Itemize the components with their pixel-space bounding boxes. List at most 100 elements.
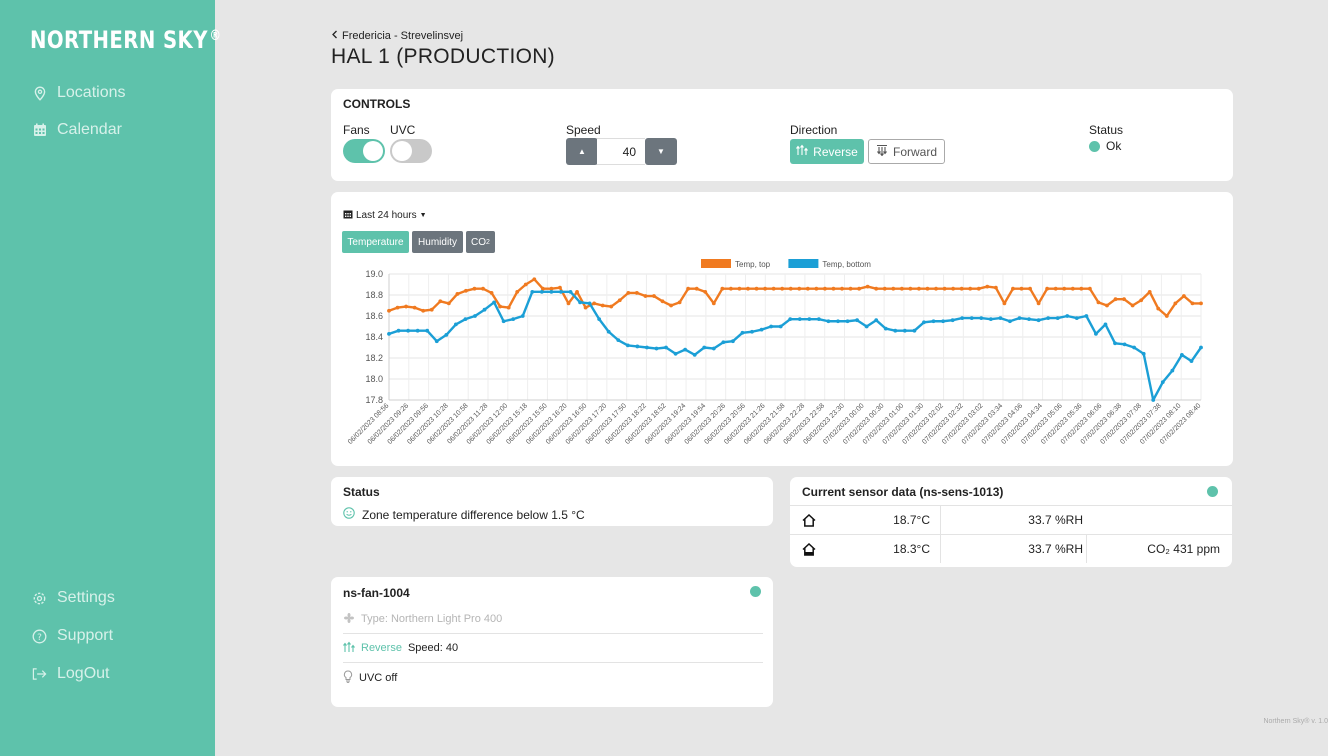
svg-text:?: ? (37, 633, 42, 643)
tab-humidity[interactable]: Humidity (412, 231, 463, 253)
data-point (1179, 352, 1184, 357)
sidebar-item-support[interactable]: ? Support (32, 627, 113, 645)
caret-down-icon: ▼ (657, 147, 665, 156)
data-point (1087, 286, 1092, 291)
data-point (530, 289, 535, 294)
data-point (583, 305, 588, 310)
data-point (959, 286, 964, 291)
fan-card-title: ns-fan-1004 (343, 586, 410, 600)
data-point (711, 346, 716, 351)
data-point (731, 339, 735, 344)
data-point (669, 303, 673, 308)
sidebar-item-calendar[interactable]: Calendar (32, 121, 122, 139)
data-point (634, 291, 639, 295)
chevron-left-icon (331, 30, 338, 42)
data-point (1147, 289, 1152, 294)
legend-label: Temp, top (735, 260, 771, 269)
data-point (1002, 301, 1007, 306)
data-point (421, 308, 426, 313)
data-point (797, 317, 802, 322)
reverse-button[interactable]: Reverse (790, 139, 864, 164)
data-point (1173, 301, 1178, 306)
sidebar-item-settings[interactable]: Settings (32, 589, 115, 607)
data-point (664, 345, 668, 350)
data-point (506, 305, 511, 310)
data-point (917, 286, 921, 291)
gear-icon (32, 591, 47, 606)
fans-toggle[interactable] (343, 139, 385, 163)
data-point (1084, 314, 1089, 318)
data-point (1113, 341, 1117, 346)
lightbulb-icon (343, 669, 353, 686)
data-point (836, 319, 840, 324)
temperature-chart: 17.818.018.218.418.618.819.006/02/2023 0… (347, 259, 1203, 446)
data-point (931, 319, 936, 324)
data-point (1190, 301, 1195, 306)
tab-temperature[interactable]: Temperature (342, 231, 409, 253)
data-point (902, 328, 907, 333)
data-point (740, 330, 745, 335)
data-point (523, 282, 528, 287)
data-point (1055, 316, 1060, 320)
data-point (1070, 286, 1075, 291)
smiley-icon (343, 507, 355, 522)
series-line-top (388, 278, 1201, 318)
data-point (711, 301, 716, 306)
data-point (625, 343, 630, 348)
data-point (807, 317, 812, 322)
data-point (654, 346, 659, 351)
data-point (660, 299, 665, 304)
sidebar-item-logout[interactable]: LogOut (32, 665, 109, 683)
data-point (848, 286, 853, 291)
sidebar-item-locations[interactable]: Locations (32, 84, 126, 102)
data-point (840, 286, 844, 291)
sensor-bottom-temp: 18.3°C (893, 542, 930, 556)
data-point (823, 286, 827, 291)
data-point (492, 300, 496, 305)
speed-decrease-button[interactable]: ▼ (645, 138, 677, 165)
tab-co2[interactable]: CO 2 (466, 231, 495, 253)
sensor-row: 18.3°C 33.7 %RH CO₂ 431 ppm (790, 534, 1232, 563)
data-point (1096, 300, 1101, 305)
legend-swatch (788, 259, 819, 268)
time-range-dropdown[interactable]: Last 24 hours ▼ (343, 207, 427, 223)
data-point (686, 286, 691, 291)
data-point (874, 286, 879, 291)
data-point (464, 288, 468, 293)
data-point (1105, 303, 1109, 308)
data-point (472, 286, 477, 291)
breadcrumb[interactable]: Fredericia - Strevelinsvej (331, 30, 463, 42)
data-point (763, 286, 767, 291)
data-point (683, 347, 688, 352)
data-point (515, 289, 520, 294)
toggle-knob (392, 141, 412, 161)
data-point (728, 286, 733, 291)
data-point (1027, 317, 1031, 322)
data-point (1053, 286, 1058, 291)
data-point (473, 314, 477, 318)
data-point (387, 308, 391, 313)
data-point (908, 286, 913, 291)
data-point (988, 317, 993, 322)
data-point (788, 286, 793, 291)
data-point (912, 328, 917, 333)
speed-value[interactable]: 40 (597, 138, 645, 165)
data-point (566, 301, 571, 306)
data-point (568, 289, 573, 294)
data-point (788, 317, 793, 322)
uvc-toggle[interactable] (390, 139, 432, 163)
forward-button[interactable]: Forward (868, 139, 945, 164)
data-point (1160, 380, 1165, 385)
data-point (1141, 351, 1146, 356)
data-point (652, 294, 656, 298)
breadcrumb-label: Fredericia - Strevelinsvej (342, 30, 464, 42)
speed-increase-button[interactable]: ▲ (566, 138, 598, 165)
data-point (616, 338, 621, 343)
data-point (592, 301, 597, 306)
data-point (1132, 345, 1137, 350)
data-point (1036, 318, 1041, 323)
data-point (578, 300, 582, 305)
data-point (444, 333, 449, 337)
data-point (883, 326, 888, 331)
legend-label: Temp, bottom (822, 260, 871, 269)
